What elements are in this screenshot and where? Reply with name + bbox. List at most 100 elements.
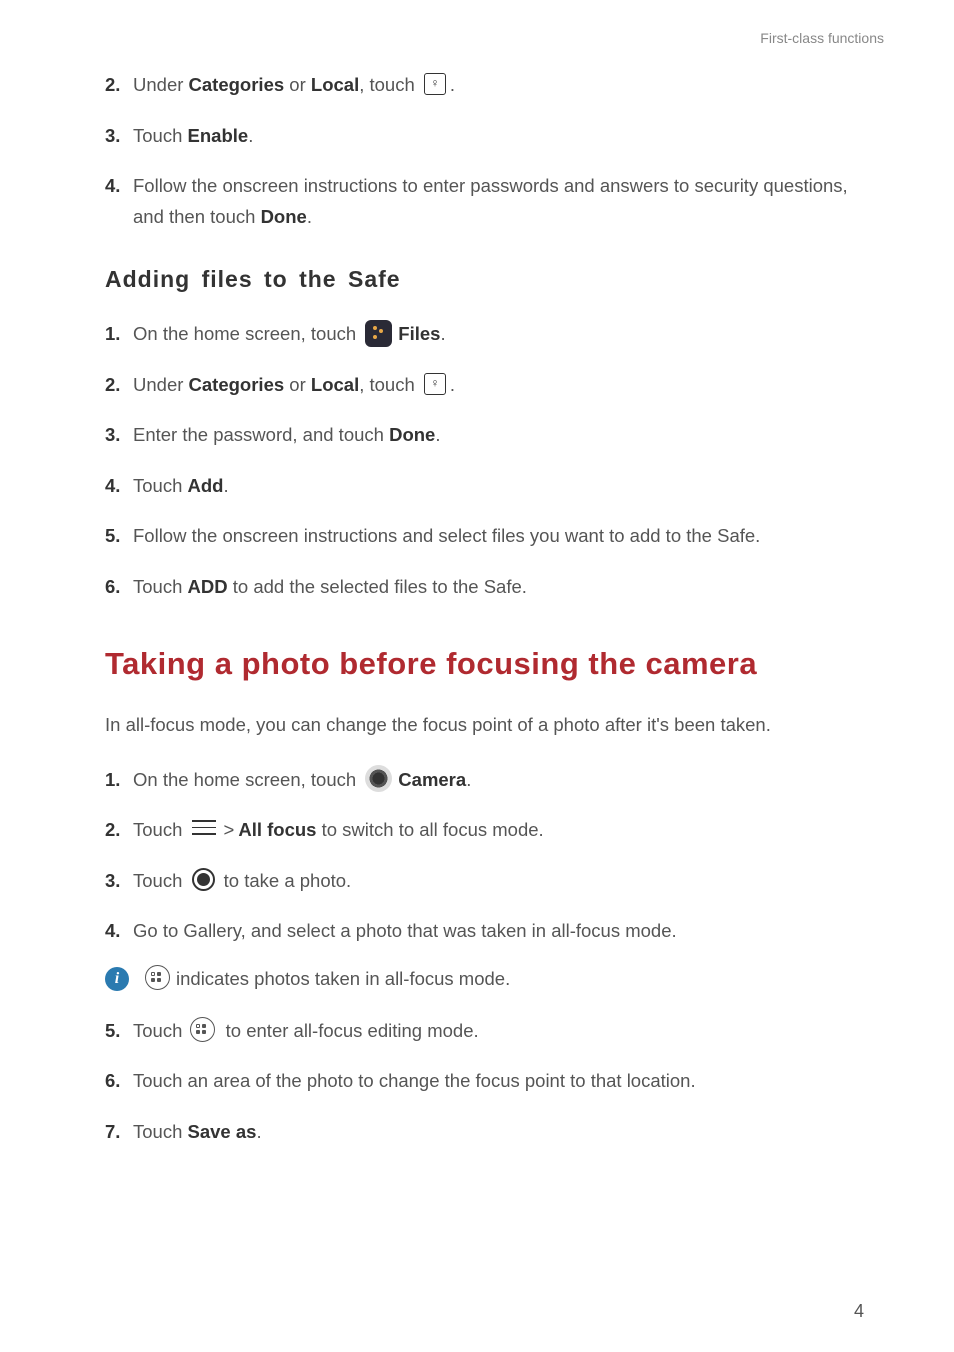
bold-categories: Categories [189,74,285,95]
step-body: Follow the onscreen instructions and sel… [133,521,864,552]
step-body: Touch an area of the photo to change the… [133,1066,864,1097]
text: Touch [133,125,188,146]
text: to take a photo. [219,870,352,891]
bold-add-caps: ADD [188,576,228,597]
bold-all-focus: All focus [238,819,316,840]
step-number: 5. [105,521,129,552]
heading-taking-photo: Taking a photo before focusing the camer… [105,646,864,682]
step-3: 3. Touch Enable. [105,121,864,152]
step-number: 3. [105,121,129,152]
text: Touch [133,870,188,891]
text: Touch [133,576,188,597]
text: Touch [133,475,188,496]
step-number: 1. [105,319,129,350]
info-note: i indicates photos taken in all-focus mo… [105,967,864,992]
step-number: 3. [105,420,129,451]
text: . [435,424,440,445]
menu-icon [192,820,216,838]
step-number: 7. [105,1117,129,1148]
text: . [440,323,445,344]
page-container: First-class functions 2. Under Categorie… [0,0,954,1352]
camera-app-icon [365,765,392,792]
step-6: 6. Touch an area of the photo to change … [105,1066,864,1097]
text: Follow the onscreen instructions to ente… [133,175,848,227]
text: to switch to all focus mode. [316,819,543,840]
bold-add: Add [188,475,224,496]
text: Under [133,74,189,95]
step-body: Under Categories or Local, touch . [133,370,864,401]
step-number: 5. [105,1016,129,1047]
text: or [284,374,311,395]
text: Touch [133,1020,188,1041]
text: . [307,206,312,227]
text: . [450,74,455,95]
step-4: 4. Go to Gallery, and select a photo tha… [105,916,864,947]
step-1: 1. On the home screen, touch Files. [105,319,864,350]
all-focus-edit-icon [190,1017,215,1042]
step-body: Touch Add. [133,471,864,502]
text: Enter the password, and touch [133,424,389,445]
step-3: 3. Enter the password, and touch Done. [105,420,864,451]
step-body: Under Categories or Local, touch . [133,70,864,101]
step-body: Touch Enable. [133,121,864,152]
chevron: > [224,815,235,846]
step-body: On the home screen, touch Files. [133,319,864,350]
step-body: Enter the password, and touch Done. [133,420,864,451]
step-4: 4. Touch Add. [105,471,864,502]
text: Touch [133,819,188,840]
step-number: 4. [105,471,129,502]
step-5: 5. Touch to enter all-focus editing mode… [105,1016,864,1047]
step-number: 4. [105,916,129,947]
text: . [466,769,471,790]
text: . [450,374,455,395]
page-number: 4 [854,1301,864,1322]
step-5: 5. Follow the onscreen instructions and … [105,521,864,552]
info-icon: i [105,967,129,991]
shutter-icon [192,868,215,891]
text: or [284,74,311,95]
files-app-icon [365,320,392,347]
step-body: Go to Gallery, and select a photo that w… [133,916,864,947]
step-number: 6. [105,572,129,603]
bold-files: Files [398,323,440,344]
step-3: 3. Touch to take a photo. [105,866,864,897]
step-4: 4. Follow the onscreen instructions to e… [105,171,864,232]
text: . [248,125,253,146]
step-body: On the home screen, touch Camera. [133,765,864,796]
text: . [223,475,228,496]
bold-enable: Enable [188,125,249,146]
step-body: Touch to take a photo. [133,866,864,897]
step-body: Touch to enter all-focus editing mode. [133,1016,864,1047]
step-body: Follow the onscreen instructions to ente… [133,171,864,232]
safe-icon [424,73,446,95]
all-focus-indicator-icon [145,965,170,990]
step-1: 1. On the home screen, touch Camera. [105,765,864,796]
text: to add the selected files to the Safe. [228,576,527,597]
text: Under [133,374,189,395]
bold-local: Local [311,374,359,395]
bold-camera: Camera [398,769,466,790]
bold-categories: Categories [189,374,285,395]
step-body: Touch ADD to add the selected files to t… [133,572,864,603]
safe-icon [424,373,446,395]
info-text: indicates photos taken in all-focus mode… [176,968,510,990]
text: to enter all-focus editing mode. [221,1020,479,1041]
step-2: 2. Under Categories or Local, touch . [105,70,864,101]
text: , touch [359,74,420,95]
step-2: 2. Touch >All focus to switch to all foc… [105,815,864,846]
step-6: 6. Touch ADD to add the selected files t… [105,572,864,603]
bold-done: Done [261,206,307,227]
step-2: 2. Under Categories or Local, touch . [105,370,864,401]
step-number: 2. [105,70,129,101]
step-number: 2. [105,370,129,401]
heading-adding-files: Adding files to the Safe [105,266,864,293]
text: On the home screen, touch [133,769,361,790]
bold-local: Local [311,74,359,95]
bold-save-as: Save as [188,1121,257,1142]
text: Touch [133,1121,188,1142]
step-number: 2. [105,815,129,846]
step-body: Touch >All focus to switch to all focus … [133,815,864,846]
step-7: 7. Touch Save as. [105,1117,864,1148]
text: On the home screen, touch [133,323,361,344]
step-body: Touch Save as. [133,1117,864,1148]
